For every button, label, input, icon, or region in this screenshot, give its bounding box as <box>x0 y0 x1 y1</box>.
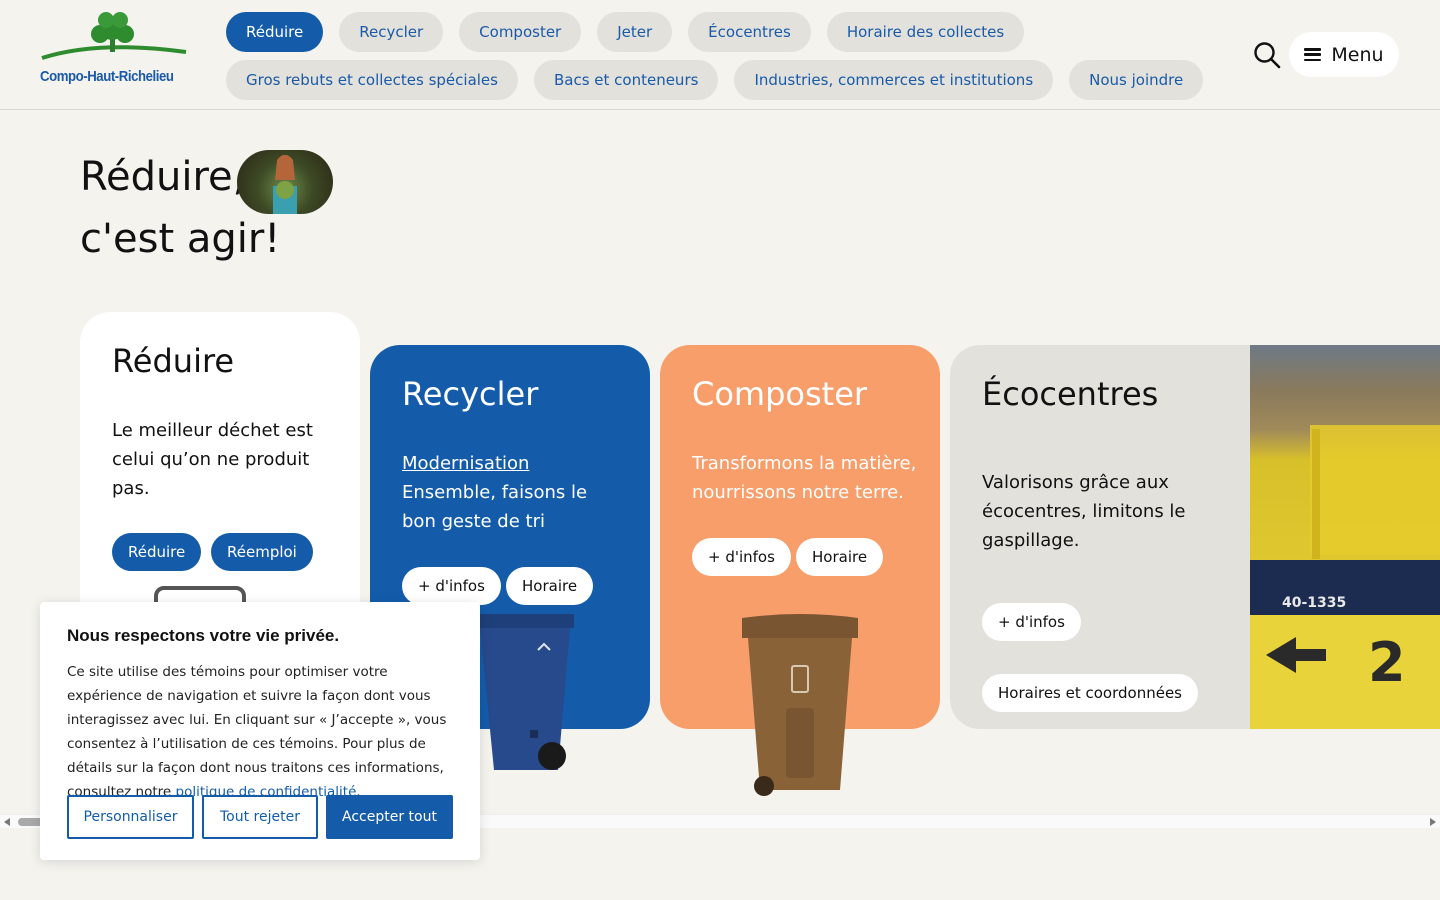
card-ecocentres-text: Valorisons grâce aux écocentres, limiton… <box>982 472 1186 551</box>
search-icon[interactable] <box>1252 40 1282 70</box>
card-reduire-text: Le meilleur déchet est celui qu’on ne pr… <box>112 420 313 499</box>
recycler-infos-button[interactable]: + d'infos <box>402 567 501 605</box>
brown-bin-icon <box>742 614 858 796</box>
nav-recycler[interactable]: Recycler <box>339 12 444 52</box>
ecocentres-infos-button[interactable]: + d'infos <box>982 603 1081 641</box>
nav-ecocentres[interactable]: Écocentres <box>688 12 811 52</box>
bay-number: 2 <box>1368 631 1406 694</box>
card-recycler-text: Ensemble, faisons le bon geste de tri <box>402 482 588 532</box>
nav-bacs-conteneurs[interactable]: Bacs et conteneurs <box>533 60 719 100</box>
card-reduire-title: Réduire <box>112 342 235 380</box>
reject-all-button[interactable]: Tout rejeter <box>202 795 318 839</box>
nav-row-2: Gros rebuts et collectes spéciales Bacs … <box>226 60 1204 100</box>
tree-logo-icon <box>41 12 187 60</box>
cookie-text: Ce site utilise des témoins pour optimis… <box>67 660 459 804</box>
main-nav: Réduire Recycler Composter Jeter Écocent… <box>226 12 1204 108</box>
ecocentre-photo: 40-1335 2 <box>1250 345 1440 729</box>
cookie-title: Nous respectons votre vie privée. <box>67 626 340 645</box>
composter-horaire-button[interactable]: Horaire <box>796 538 884 576</box>
cookie-banner: Nous respectons votre vie privée. Ce sit… <box>40 602 480 860</box>
nav-horaire-collectes[interactable]: Horaire des collectes <box>826 12 1025 52</box>
nav-ici[interactable]: Industries, commerces et institutions <box>734 60 1054 100</box>
customize-button[interactable]: Personnaliser <box>67 795 194 839</box>
blue-bin-icon <box>476 614 574 770</box>
menu-label: Menu <box>1331 43 1384 66</box>
card-ecocentres-title: Écocentres <box>982 375 1159 413</box>
nav-nous-joindre[interactable]: Nous joindre <box>1069 60 1204 100</box>
composter-infos-button[interactable]: + d'infos <box>692 538 791 576</box>
modernisation-link[interactable]: Modernisation <box>402 449 529 478</box>
site-header: Compo-Haut-Richelieu Réduire Recycler Co… <box>0 0 1440 110</box>
card-recycler-title: Recycler <box>402 375 539 413</box>
hamburger-icon <box>1304 48 1322 61</box>
ecocentres-horaires-button[interactable]: Horaires et coordonnées <box>982 674 1198 712</box>
recycler-horaire-button[interactable]: Horaire <box>506 567 594 605</box>
nav-gros-rebuts[interactable]: Gros rebuts et collectes spéciales <box>226 60 518 100</box>
menu-button[interactable]: Menu <box>1289 32 1399 77</box>
card-ecocentres: Écocentres Valorisons grâce aux écocentr… <box>950 345 1440 729</box>
logo-text: Compo-Haut-Richelieu <box>40 68 174 85</box>
card-composter-title: Composter <box>692 375 868 413</box>
accept-all-button[interactable]: Accepter tout <box>326 795 453 839</box>
nav-composter[interactable]: Composter <box>459 12 582 52</box>
hero-image <box>237 150 333 214</box>
scroll-right-icon[interactable] <box>1430 818 1436 826</box>
nav-reduire[interactable]: Réduire <box>226 12 324 52</box>
hero-title-line2: c'est agir! <box>80 216 281 262</box>
nav-jeter[interactable]: Jeter <box>597 12 673 52</box>
scroll-left-icon[interactable] <box>4 818 10 826</box>
cookie-text-body: Ce site utilise des témoins pour optimis… <box>67 664 447 800</box>
reemploi-button[interactable]: Réemploi <box>211 533 313 571</box>
card-composter-text: Transformons la matière, nourrissons not… <box>692 453 917 503</box>
nav-row-1: Réduire Recycler Composter Jeter Écocent… <box>226 12 1186 52</box>
container-number: 40-1335 <box>1282 595 1346 611</box>
hero-title-line1: Réduire, <box>80 154 246 200</box>
reduire-button[interactable]: Réduire <box>112 533 202 571</box>
logo[interactable]: Compo-Haut-Richelieu <box>38 10 188 92</box>
